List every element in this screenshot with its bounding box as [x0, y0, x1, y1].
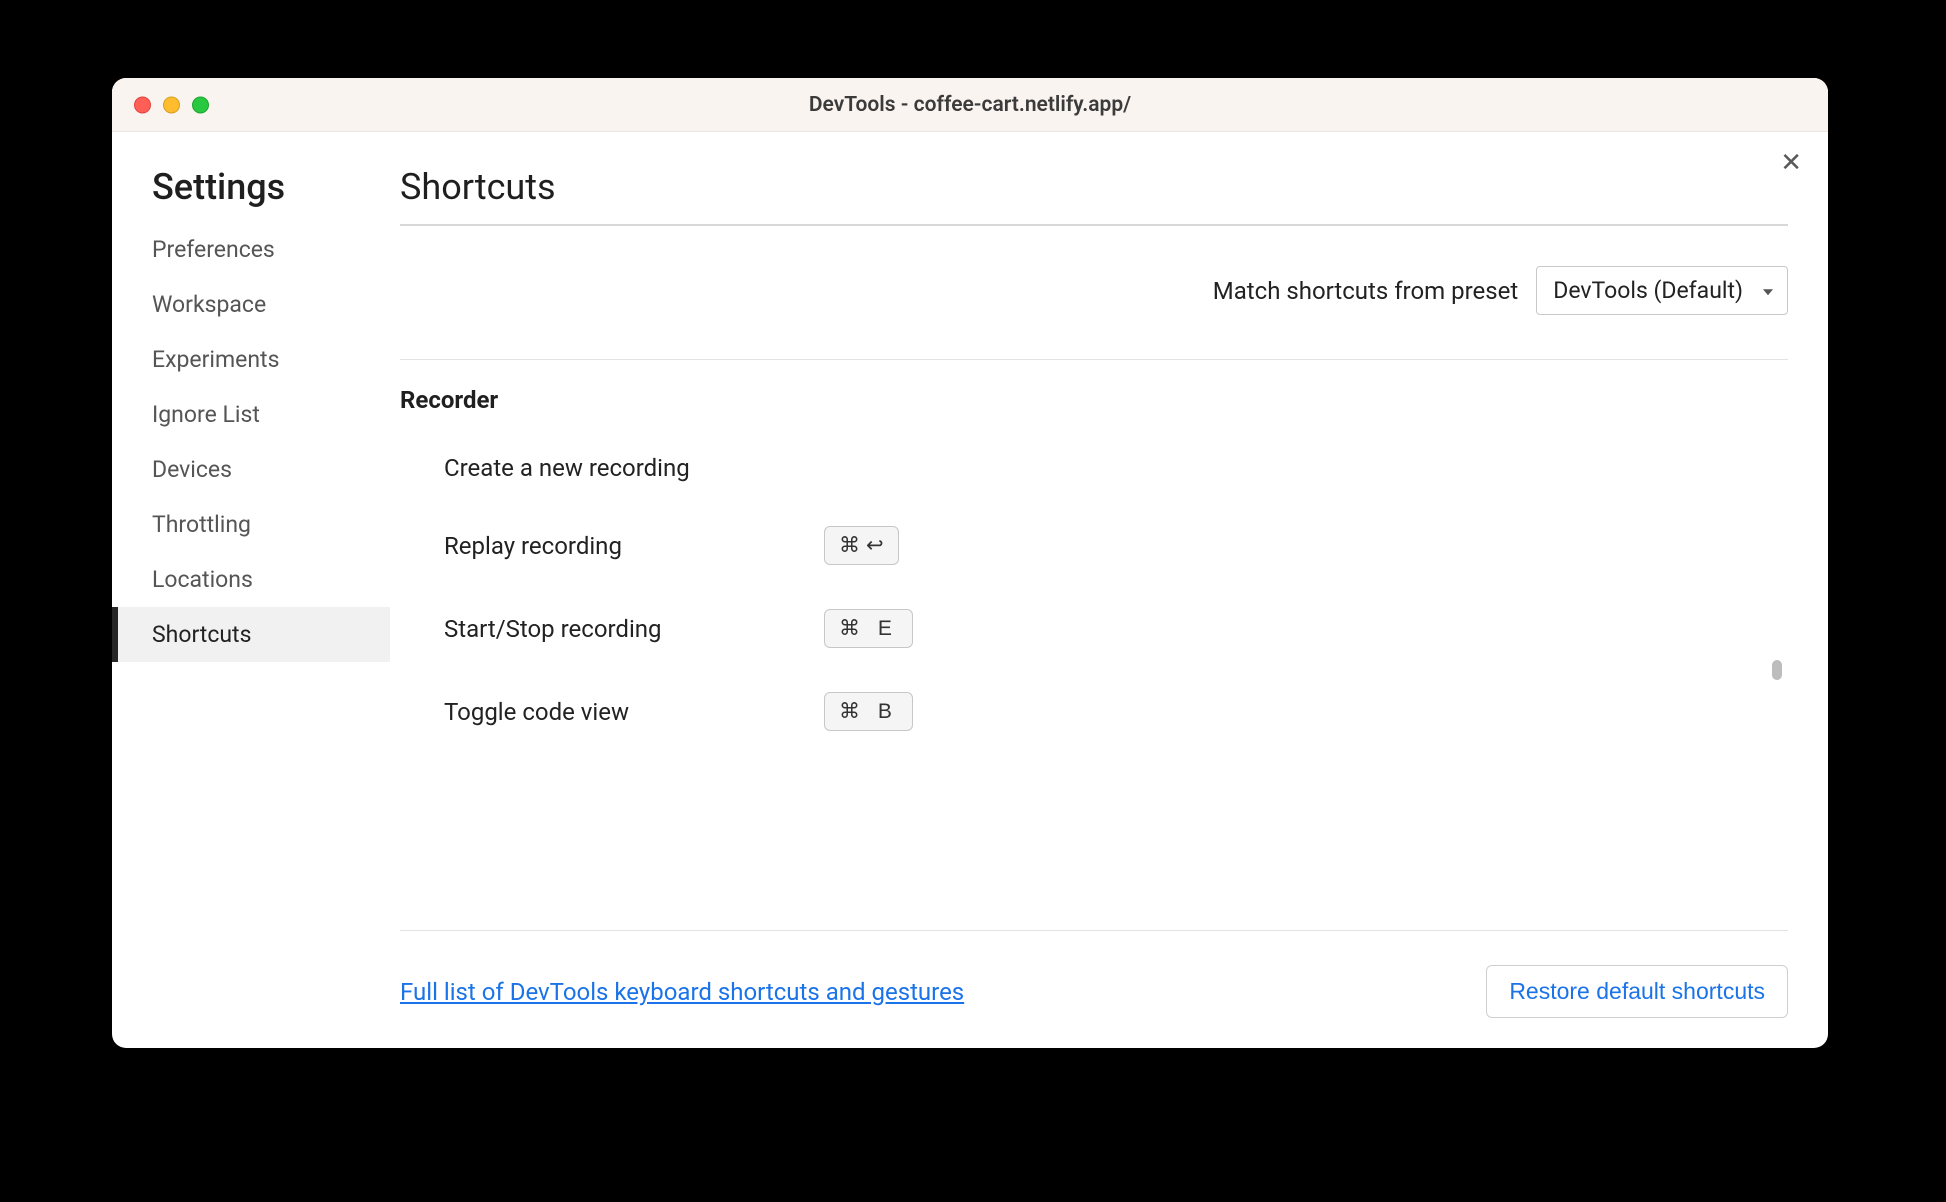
scrollbar-thumb[interactable] [1772, 660, 1782, 680]
sidebar-item-experiments[interactable]: Experiments [112, 332, 390, 387]
sidebar-item-ignore-list[interactable]: Ignore List [112, 387, 390, 442]
sidebar-item-shortcuts[interactable]: Shortcuts [112, 607, 390, 662]
shortcut-row[interactable]: Toggle code view ⌘ B [400, 670, 1764, 753]
shortcut-label: Replay recording [444, 532, 824, 560]
shortcut-label: Start/Stop recording [444, 615, 824, 643]
window-title: DevTools - coffee-cart.netlify.app/ [112, 93, 1828, 117]
sidebar-item-workspace[interactable]: Workspace [112, 277, 390, 332]
preset-select-value: DevTools (Default) [1553, 277, 1743, 304]
main-panel: Shortcuts Match shortcuts from preset De… [390, 132, 1828, 1048]
close-window-button[interactable] [134, 96, 151, 113]
sidebar-item-preferences[interactable]: Preferences [112, 222, 390, 277]
preset-select[interactable]: DevTools (Default) [1536, 266, 1788, 315]
footer: Full list of DevTools keyboard shortcuts… [400, 930, 1788, 1048]
scrollbar[interactable] [1770, 360, 1784, 920]
shortcut-key: ⌘ E [824, 609, 913, 648]
minimize-window-button[interactable] [163, 96, 180, 113]
sidebar-item-throttling[interactable]: Throttling [112, 497, 390, 552]
shortcut-row[interactable]: Replay recording ⌘↩ [400, 504, 1764, 587]
sidebar-item-locations[interactable]: Locations [112, 552, 390, 607]
devtools-window: DevTools - coffee-cart.netlify.app/ ✕ Se… [112, 78, 1828, 1048]
traffic-lights [134, 96, 209, 113]
section-title-recorder: Recorder [400, 360, 1764, 432]
sidebar-list: Preferences Workspace Experiments Ignore… [112, 222, 390, 662]
preset-label: Match shortcuts from preset [1213, 277, 1518, 305]
shortcut-key: ⌘↩ [824, 526, 899, 565]
shortcut-key: ⌘ B [824, 692, 913, 731]
shortcut-row[interactable]: Create a new recording [400, 432, 1764, 504]
close-icon[interactable]: ✕ [1780, 150, 1802, 176]
shortcut-label: Create a new recording [444, 454, 824, 482]
shortcuts-section: Recorder Create a new recording Replay r… [400, 359, 1788, 920]
page-title: Shortcuts [400, 166, 1788, 226]
sidebar: Settings Preferences Workspace Experimen… [112, 132, 390, 1048]
shortcut-label: Toggle code view [444, 698, 824, 726]
titlebar: DevTools - coffee-cart.netlify.app/ [112, 78, 1828, 132]
shortcut-row[interactable]: Start/Stop recording ⌘ E [400, 587, 1764, 670]
full-list-link[interactable]: Full list of DevTools keyboard shortcuts… [400, 978, 964, 1006]
preset-row: Match shortcuts from preset DevTools (De… [400, 266, 1788, 315]
sidebar-title: Settings [112, 166, 390, 222]
restore-defaults-button[interactable]: Restore default shortcuts [1486, 965, 1788, 1018]
sidebar-item-devices[interactable]: Devices [112, 442, 390, 497]
content-area: ✕ Settings Preferences Workspace Experim… [112, 132, 1828, 1048]
maximize-window-button[interactable] [192, 96, 209, 113]
